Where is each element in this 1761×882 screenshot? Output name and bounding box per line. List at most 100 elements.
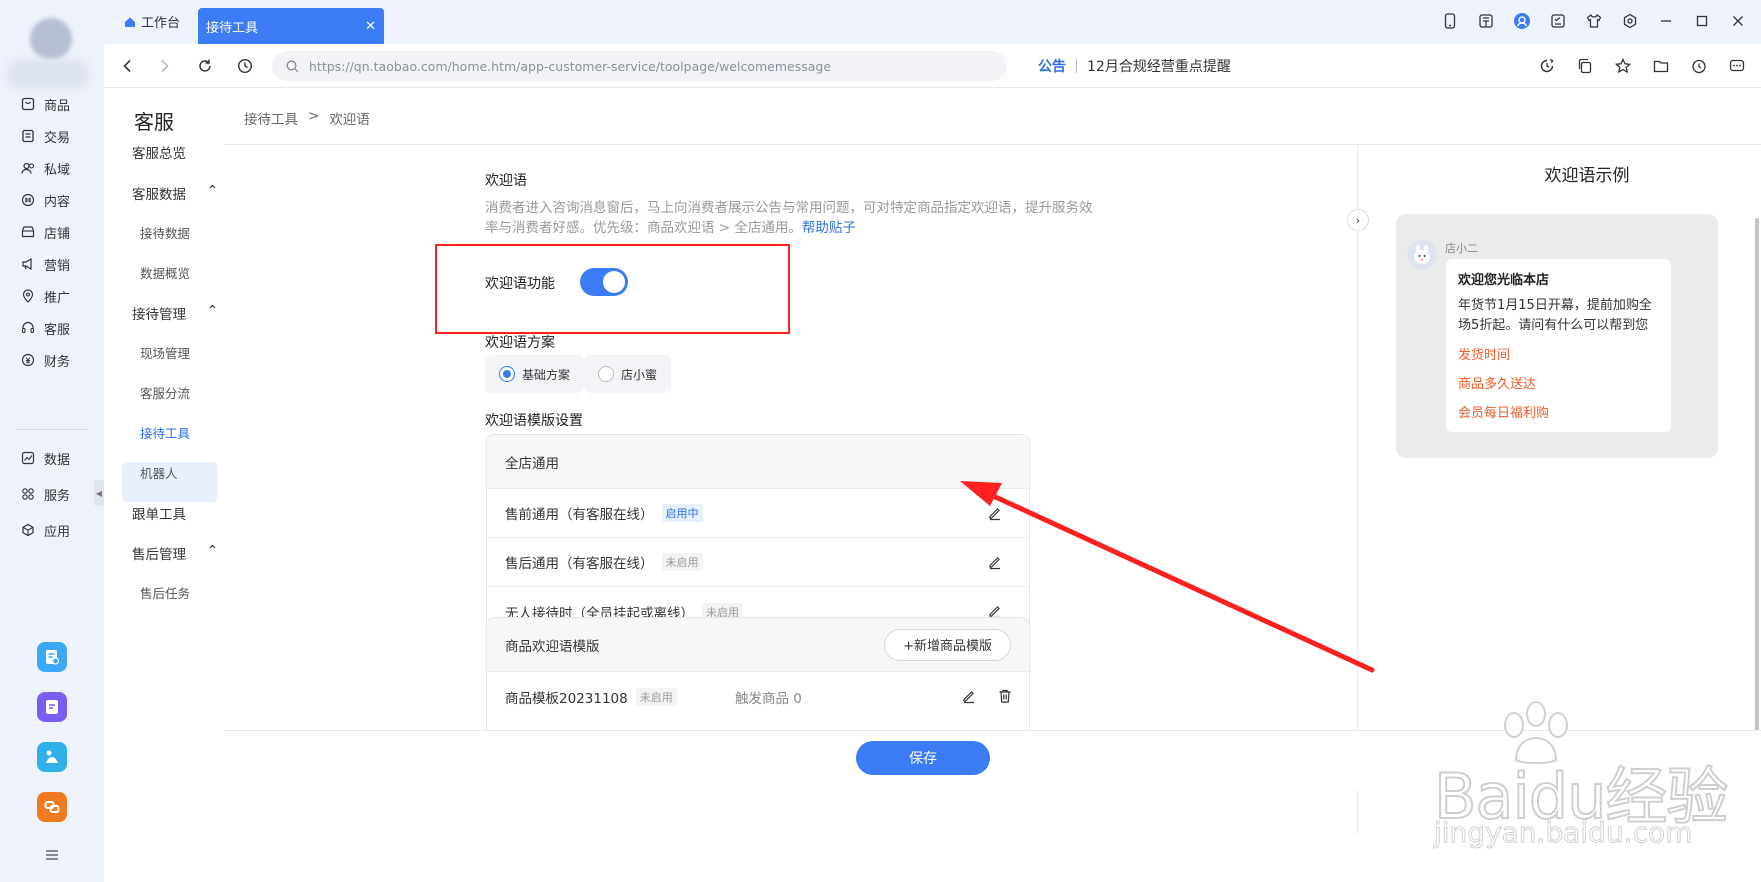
checklist-icon[interactable] [1549,12,1567,30]
timer-icon[interactable] [1689,57,1709,75]
plan-title: 欢迎语方案 [485,335,555,351]
reload-page-icon[interactable] [1537,57,1557,75]
app-shortcut-4-icon[interactable] [37,792,67,822]
subnav-follow-tools[interactable]: 跟单工具 [132,503,218,523]
refresh-icon[interactable] [196,57,214,75]
plan-basic-label: 基础方案 [522,367,571,382]
subnav-data-group[interactable]: 客服数据 ⌃ [132,183,218,203]
rail-item-content[interactable]: 内容 [20,188,96,212]
window-close-icon[interactable] [1729,12,1747,30]
close-icon[interactable]: ✕ [365,19,376,34]
header-divider [224,144,1761,145]
template-section-title: 欢迎语模版设置 [485,413,583,429]
breadcrumb-parent[interactable]: 接待工具 [244,108,298,128]
edit-icon[interactable] [987,505,1003,521]
announcement-text[interactable]: 12月合规经营重点提醒 [1087,56,1231,76]
subnav-routing[interactable]: 客服分流 [140,383,226,402]
rail-item-apps[interactable]: 应用 [20,518,96,542]
star-icon[interactable] [1613,57,1633,75]
delete-icon[interactable] [997,688,1013,704]
notebook-icon[interactable] [1477,12,1495,30]
preview-quick-link[interactable]: 商品多久送达 [1458,373,1659,392]
radio-selected [499,366,515,382]
rail-item-services[interactable]: 服务 [20,482,96,506]
breadcrumb: 接待工具 > 欢迎语 [244,108,370,128]
app-shortcut-1-icon[interactable] [37,642,67,672]
rail-item-service[interactable]: 客服 [20,316,96,340]
edit-icon[interactable] [987,554,1003,570]
rail-item-private[interactable]: 私域 [20,156,96,180]
user-avatar[interactable] [30,18,72,60]
app-shortcut-2-icon[interactable] [37,692,67,722]
rail-divider [16,429,88,430]
tab-home[interactable]: 工作台 [124,12,180,31]
save-button[interactable]: 保存 [856,741,990,775]
help-link[interactable]: 帮助贴子 [802,220,856,236]
subnav-overview[interactable]: 客服总览 [132,142,218,162]
preview-title: 欢迎语示例 [1544,166,1630,186]
assistant-icon[interactable] [1513,12,1531,30]
subnav-site-manage[interactable]: 现场管理 [140,343,226,362]
subnav-manage-group[interactable]: 接待管理 ⌃ [132,303,218,323]
product-icon [20,96,36,112]
rail-item-finance[interactable]: 财务 [20,348,96,372]
subnav-data-overview[interactable]: 数据概览 [140,263,226,282]
shop-icon [20,224,36,240]
announcement[interactable]: 公告 12月合规经营重点提醒 [1038,56,1231,76]
rail-item-promo[interactable]: 推广 [20,284,96,308]
scrollbar-thumb[interactable] [1755,218,1759,783]
rail-item-product[interactable]: 商品 [20,92,96,116]
forward-icon[interactable] [156,57,174,75]
welcome-toggle-switch[interactable] [580,268,628,296]
product-card-title: 商品欢迎语模版 [505,638,600,655]
maximize-icon[interactable] [1693,12,1711,30]
folder-icon[interactable] [1651,57,1671,75]
trigger-count: 触发商品 0 [735,690,802,707]
history-icon[interactable] [236,57,254,75]
shirt-icon[interactable] [1585,12,1603,30]
subnav-label: 接待数据 [140,226,191,241]
rail-item-order[interactable]: 交易 [20,124,96,148]
subnav-reception-tools[interactable]: 接待工具 [140,423,226,442]
announcement-divider [1076,59,1077,73]
settings-icon[interactable] [1621,12,1639,30]
subnav-label: 机器人 [140,466,178,481]
chat-icon[interactable] [1727,57,1747,75]
back-icon[interactable] [118,57,136,75]
subnav-aftersale-group[interactable]: 售后管理 ⌃ [132,543,218,563]
preview-collapse-button[interactable]: › [1347,209,1369,231]
order-icon [20,128,36,144]
preview-quick-link[interactable]: 发货时间 [1458,344,1659,363]
edit-icon[interactable] [961,688,977,704]
plan-basic-option[interactable]: 基础方案 [485,355,585,393]
preview-quick-link[interactable]: 会员每日福利购 [1458,402,1659,421]
rail-item-shop[interactable]: 店铺 [20,220,96,244]
status-badge: 未启用 [661,553,703,571]
subnav-reception-data[interactable]: 接待数据 [140,223,226,242]
subnav-label: 接待管理 [132,307,186,323]
rail-item-label: 数据 [44,452,71,468]
url-input[interactable]: https://qn.taobao.com/home.htm/app-custo… [272,51,1007,81]
phone-icon[interactable] [1441,12,1459,30]
preview-panel: 店小二 欢迎您光临本店 年货节1月15日开幕，提前加购全场5折起。请问有什么可以… [1396,214,1718,458]
address-bar: https://qn.taobao.com/home.htm/app-custo… [104,44,1761,88]
nav-collapse-handle[interactable]: ◀ [94,480,104,506]
rail-item-data[interactable]: 数据 [20,446,96,470]
rail-item-marketing[interactable]: 营销 [20,252,96,276]
minimize-icon[interactable] [1657,12,1675,30]
add-product-template-button[interactable]: +新增商品模版 [884,628,1011,661]
subnav-robot[interactable]: 机器人 [140,463,226,482]
plan-xiaomi-option[interactable]: 店小蜜 [584,355,672,393]
tab-active-label: 接待工具 [206,20,259,36]
subnav-aftersale-task[interactable]: 售后任务 [140,583,226,602]
scrollbar[interactable] [1753,218,1761,783]
rail-item-label: 营销 [44,258,71,274]
welcome-toggle-label: 欢迎语功能 [485,276,555,292]
subnav-label: 接待工具 [140,426,191,441]
copy-icon[interactable] [1575,57,1595,75]
tab-bar: 工作台 接待工具 ✕ [104,0,1761,44]
tab-reception-tools[interactable]: 接待工具 ✕ [198,8,384,44]
menu-icon[interactable] [44,848,60,862]
template-row: 售前通用（有客服在线） 启用中 [487,489,1029,538]
app-shortcut-3-icon[interactable] [37,742,67,772]
